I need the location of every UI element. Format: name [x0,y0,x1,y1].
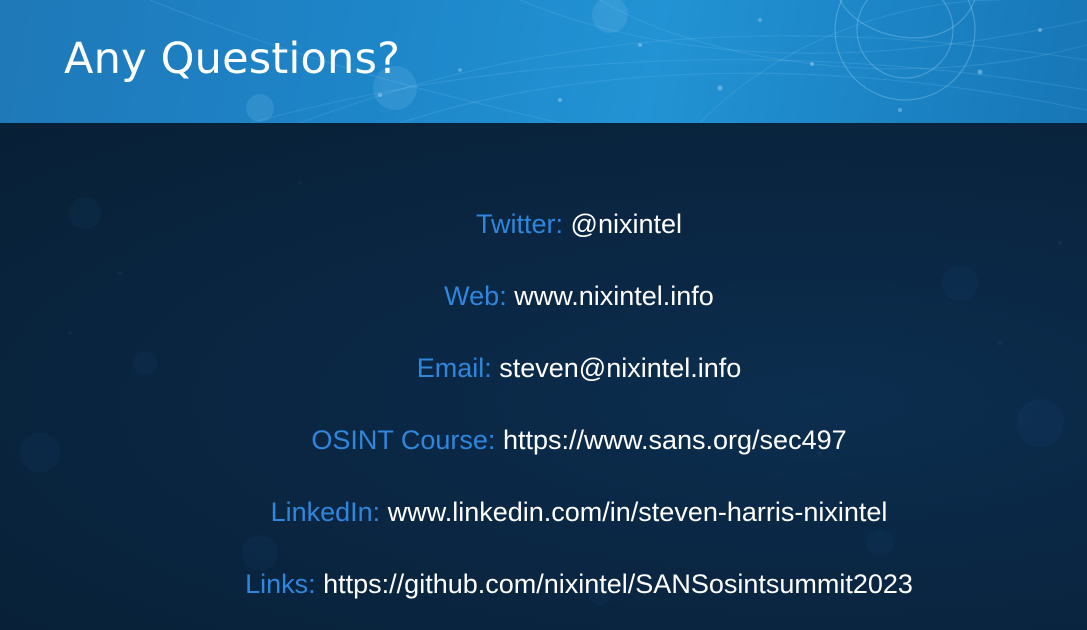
contact-label: OSINT Course: [311,425,496,455]
contact-twitter: Twitter: @nixintel [0,206,1087,278]
slide-body: Twitter: @nixintel Web: www.nixintel.inf… [0,123,1087,630]
email-link[interactable]: steven@nixintel.info [499,353,741,383]
github-link[interactable]: https://github.com/nixintel/SANSosintsum… [323,569,913,599]
linkedin-link[interactable]: www.linkedin.com/in/steven-harris-nixint… [388,497,888,527]
contact-label: LinkedIn: [270,497,381,527]
slide-title: Any Questions? [64,34,401,84]
contact-label: Email: [416,353,492,383]
contact-links: Links: https://github.com/nixintel/SANSo… [0,566,1087,630]
contact-label: Web: [444,281,507,311]
slide-header-banner: Any Questions? [0,0,1087,123]
twitter-handle[interactable]: @nixintel [571,209,682,239]
course-link[interactable]: https://www.sans.org/sec497 [503,425,847,455]
contact-email: Email: steven@nixintel.info [0,350,1087,422]
contact-list: Twitter: @nixintel Web: www.nixintel.inf… [0,206,1087,630]
contact-linkedin: LinkedIn: www.linkedin.com/in/steven-har… [0,494,1087,566]
contact-label: Twitter: [476,209,564,239]
contact-osint-course: OSINT Course: https://www.sans.org/sec49… [0,422,1087,494]
presentation-slide: Any Questions? Twitter: @nixintel Web: w… [0,0,1087,630]
contact-web: Web: www.nixintel.info [0,278,1087,350]
contact-label: Links: [245,569,316,599]
website-link[interactable]: www.nixintel.info [514,281,714,311]
